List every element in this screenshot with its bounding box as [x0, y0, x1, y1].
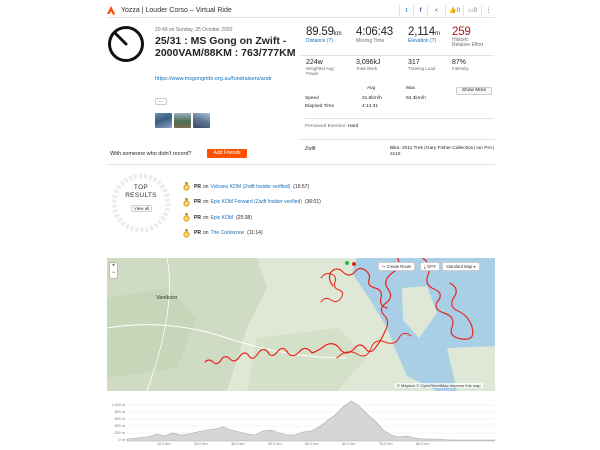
elevation-chart[interactable]: 1,000 m 800 m 600 m 400 m 200 m 0 m 10.0… — [107, 397, 495, 447]
distance-info-link[interactable]: Distance (?) — [306, 38, 350, 44]
elevation-profile — [126, 400, 495, 442]
facebook-share-icon[interactable]: f — [413, 4, 427, 17]
speed-avg: 21.8km/h — [362, 96, 382, 101]
activity-page: Yozza | Louder Corso – Virtual Ride t f … — [0, 0, 600, 450]
divider — [305, 118, 494, 119]
divider — [300, 139, 495, 140]
photo-thumbnail[interactable] — [155, 113, 172, 128]
map-style-select[interactable]: Standard Map ▾ — [442, 262, 480, 271]
bike-info: Bike: 2011 Trek (Gary Fisher Collection)… — [390, 146, 495, 157]
primary-stats: 89.59km Distance (?) 4:06:43 Moving Time… — [300, 23, 494, 56]
pr-medal-icon — [183, 197, 190, 207]
avatar-dial-icon[interactable] — [107, 25, 145, 63]
top-results-subtitle: RESULTS — [125, 192, 157, 199]
map-attribution[interactable]: © Mapbox © OpenStreetMap Improve this ma… — [395, 383, 483, 388]
divider — [107, 164, 495, 165]
header-actions: t f < 👍 0 ▭ 0 ⋮ — [399, 4, 495, 17]
zoom-out-button[interactable]: − — [110, 270, 117, 277]
route-end-marker — [352, 262, 356, 266]
download-icon: ⤓ — [424, 264, 426, 269]
map-place-label: Vanikoro — [156, 295, 178, 301]
activity-title: 25/31 : MS Gong on Zwift - 2000VAM/88KM … — [155, 35, 296, 59]
y-tick-label: 0 m — [118, 438, 125, 442]
pr-medal-icon — [183, 213, 190, 222]
kudos-button[interactable]: 👍 0 — [445, 4, 463, 17]
stat-moving-time: 4:06:43 Moving Time — [356, 26, 393, 44]
comments-button[interactable]: ▭ 0 — [463, 4, 481, 17]
top-results-title: TOP — [133, 184, 149, 191]
x-tick-label: 50.0 km — [305, 442, 319, 446]
x-tick-label: 20.0 km — [194, 442, 208, 446]
x-tick-label: 60.0 km — [342, 442, 356, 446]
elapsed-value: 4:14:31 — [362, 104, 379, 109]
x-tick-label: 70.0 km — [379, 442, 393, 446]
speed-label: Speed — [305, 96, 319, 101]
col-max: Max — [406, 86, 416, 91]
record-question: With someone who didn't record? — [110, 151, 192, 157]
segment-link[interactable]: Epic KOM — [211, 215, 234, 221]
laurel-wreath-icon — [111, 173, 171, 233]
segment-link[interactable]: The Corkscrew — [211, 230, 245, 236]
zoom-in-button[interactable]: + — [110, 263, 117, 270]
header-title: Yozza | Louder Corso – Virtual Ride — [121, 7, 232, 14]
zoom-controls: + − — [109, 262, 118, 279]
thumbs-up-icon: 👍 — [449, 8, 457, 14]
stat-training-load: 317 Training Load — [408, 59, 436, 71]
stat-distance: 89.59km Distance (?) — [300, 23, 350, 55]
more-icon[interactable]: ⋮ — [481, 4, 495, 17]
stat-intensity: 87% Intensity — [452, 59, 469, 71]
perceived-exertion: Perceived Exertion: Hard — [305, 124, 359, 129]
x-tick-label: 10.0 km — [157, 442, 171, 446]
y-tick-label: 400 m — [114, 424, 125, 428]
device-name: Zwift — [305, 146, 316, 152]
segment-link[interactable]: Volcano KOM (Zwift Insider verified) — [211, 184, 291, 190]
stat-total-work: 3,096kJ Total Work — [356, 59, 381, 71]
photo-thumbnail[interactable] — [193, 113, 210, 128]
pr-medal-icon — [183, 182, 190, 191]
col-avg: Avg — [367, 86, 376, 91]
y-tick-label: 200 m — [114, 431, 125, 435]
view-all-button[interactable]: View all — [131, 205, 152, 212]
more-options-button[interactable]: ... — [155, 98, 167, 105]
y-tick-label: 1,000 m — [111, 403, 125, 407]
twitter-share-icon[interactable]: t — [399, 4, 413, 17]
top-results-badge: TOP RESULTS View all — [110, 172, 172, 234]
secondary-stats: 224w Weighted Avg Power 3,096kJ Total Wo… — [300, 57, 494, 83]
stat-power: 224w Weighted Avg Power — [306, 59, 334, 76]
route-icon: ⤳ — [382, 264, 386, 269]
strava-logo-icon — [107, 5, 116, 16]
route-map[interactable] — [107, 258, 495, 391]
y-tick-label: 800 m — [114, 410, 125, 414]
list-item: PR on Epic KOM Forward (Zwift Insider ver… — [183, 195, 321, 211]
gpx-button[interactable]: ⤓ GPX — [420, 262, 440, 271]
activity-description-link[interactable]: https://www.msgongride.org.au/fundraiser… — [155, 76, 298, 82]
y-tick-label: 600 m — [114, 417, 125, 421]
list-item: PR on Volcano KOM (Zwift Insider verified… — [183, 179, 321, 195]
speed-max: 94.3km/h — [406, 96, 426, 101]
list-item: PR on The Corkscrew (11:14) — [183, 226, 321, 242]
chevron-down-icon: ▾ — [473, 264, 476, 269]
activity-header: Yozza | Louder Corso – Virtual Ride t f … — [107, 4, 495, 18]
pr-list: PR on Volcano KOM (Zwift Insider verified… — [183, 179, 321, 241]
add-friends-button[interactable]: Add Friends — [207, 149, 247, 158]
photo-thumbnail[interactable] — [174, 113, 191, 128]
x-tick-label: 80.0 km — [416, 442, 430, 446]
elapsed-label: Elapsed Time — [305, 104, 335, 109]
list-item: PR on Epic KOM (25:38) — [183, 210, 321, 226]
elevation-info-link[interactable]: Elevation (?) — [408, 38, 446, 44]
route-start-marker — [345, 261, 349, 265]
stat-relative-effort[interactable]: 259 Historic Relative Effort — [446, 23, 492, 55]
x-tick-label: 40.0 km — [268, 442, 282, 446]
activity-datetime: 20:49 on Sunday, 25 October 2020 — [155, 27, 233, 33]
create-route-button[interactable]: ⤳ Create Route — [378, 262, 416, 271]
pr-medal-icon — [183, 228, 190, 238]
show-more-button[interactable]: Show More — [456, 87, 492, 95]
stat-elevation: 2,114m Elevation (?) — [402, 23, 446, 55]
share-icon[interactable]: < — [427, 4, 445, 17]
segment-link[interactable]: Epic KOM Forward (Zwift Insider verified… — [211, 199, 302, 205]
x-tick-label: 30.0 km — [231, 442, 245, 446]
photo-thumbnails — [155, 113, 210, 128]
